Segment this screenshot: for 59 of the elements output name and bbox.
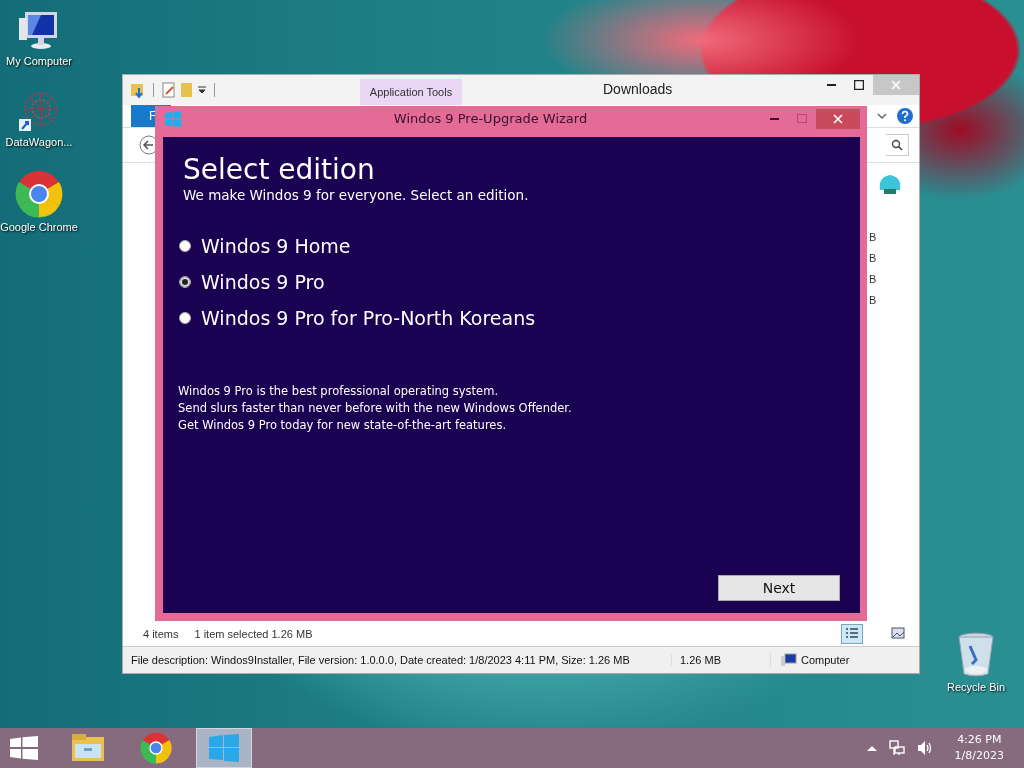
window-title: Downloads bbox=[603, 81, 673, 97]
chrome-icon bbox=[140, 732, 172, 764]
desktop-icon-label[interactable]: Google Chrome bbox=[0, 220, 78, 235]
volume-icon[interactable] bbox=[916, 740, 933, 756]
heading: Select edition bbox=[183, 153, 376, 187]
radio-button[interactable] bbox=[179, 312, 191, 324]
close-icon bbox=[891, 80, 901, 90]
search-icon bbox=[891, 139, 903, 151]
show-hidden-icons-icon[interactable] bbox=[866, 745, 877, 751]
context-tab[interactable]: Application Tools bbox=[360, 79, 462, 105]
document-icon[interactable] bbox=[162, 82, 176, 98]
table-cell-text: B bbox=[869, 272, 878, 287]
clock-date[interactable]: 1/8/2023 bbox=[954, 748, 1004, 764]
description-text: Send slurs faster than never before with the new Windows Offender. bbox=[178, 400, 573, 417]
desktop-icon-label[interactable]: Recycle Bin bbox=[946, 680, 1006, 695]
radio-label[interactable]: Windos 9 Home bbox=[201, 235, 351, 257]
help-icon[interactable] bbox=[897, 108, 913, 124]
next-button[interactable]: Next bbox=[718, 575, 840, 601]
search-field[interactable] bbox=[886, 134, 909, 156]
chrome-icon[interactable] bbox=[15, 170, 63, 218]
status-text: 1 item selected 1.26 MB bbox=[194, 628, 313, 640]
details-text: 1.26 MB bbox=[671, 654, 770, 666]
table-cell-text: B bbox=[869, 251, 878, 266]
details-text: Computer bbox=[801, 654, 850, 666]
windows-logo-icon bbox=[10, 736, 38, 760]
window-title: Windos 9 Pre-Upgrade Wizard bbox=[392, 111, 589, 126]
close-icon bbox=[833, 113, 843, 124]
details-view-button[interactable] bbox=[841, 624, 863, 644]
radio-button[interactable] bbox=[179, 240, 191, 252]
folder-icon bbox=[72, 734, 104, 762]
subheading: We make Windos 9 for everyone. Select an edition. bbox=[183, 187, 530, 203]
windows-logo-icon bbox=[165, 110, 181, 127]
image-icon bbox=[891, 626, 905, 639]
dropdown-icon[interactable] bbox=[198, 86, 206, 94]
list-icon bbox=[845, 627, 859, 639]
minimize-icon bbox=[826, 84, 836, 86]
network-icon[interactable] bbox=[888, 740, 905, 756]
table-cell-text: B bbox=[869, 230, 878, 245]
radio-label[interactable]: Windos 9 Pro for Pro-North Koreans bbox=[201, 307, 536, 329]
maximize-icon bbox=[797, 113, 807, 124]
status-text: 4 items bbox=[143, 628, 179, 640]
description-text: Windos 9 Pro is the best professional operating system. bbox=[178, 383, 500, 400]
minimize-icon bbox=[769, 117, 779, 120]
computer-icon bbox=[781, 653, 797, 667]
desktop-icon-label[interactable]: DataWagon... bbox=[5, 135, 73, 150]
network-graph-icon[interactable] bbox=[17, 89, 61, 133]
details-text: File description: Windos9Installer, File version: 1.0.0.0, Date created: 1/8/2023 4:11 PM, Size: 1.26 MB bbox=[130, 654, 631, 666]
radio-button[interactable] bbox=[179, 276, 191, 288]
chevron-icon[interactable] bbox=[877, 112, 887, 120]
maximize-icon bbox=[854, 80, 864, 90]
recycle-bin-icon[interactable] bbox=[956, 632, 996, 678]
table-cell-text: B bbox=[869, 293, 878, 308]
description-text: Get Windos 9 Pro today for new state-of-the-art features. bbox=[178, 417, 508, 434]
windows-logo-icon bbox=[209, 734, 239, 762]
folder-icon[interactable] bbox=[131, 82, 145, 98]
clock-time[interactable]: 4:26 PM bbox=[957, 732, 1002, 748]
close-button[interactable] bbox=[816, 108, 860, 129]
desktop-icon-label[interactable]: My Computer bbox=[6, 54, 72, 69]
radio-label[interactable]: Windos 9 Pro bbox=[201, 271, 325, 293]
